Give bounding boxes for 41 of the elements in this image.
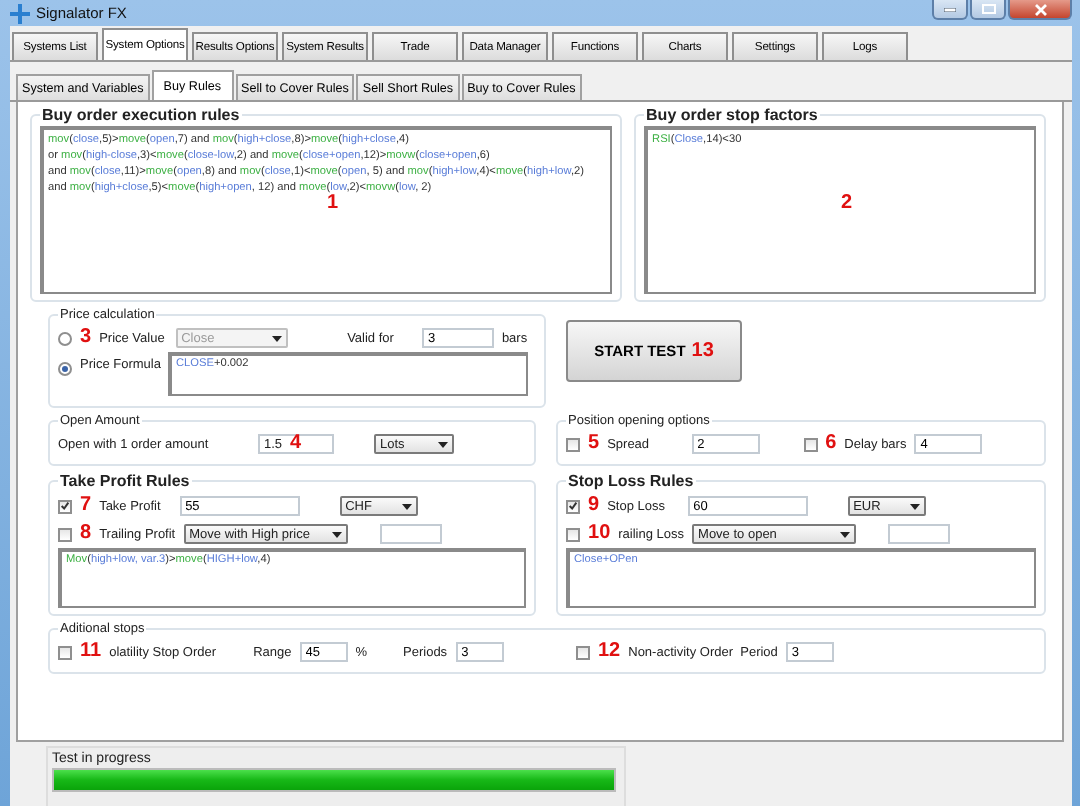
caret-icon — [840, 531, 851, 537]
input-field[interactable] — [888, 524, 951, 544]
annotation-number: 10 — [588, 524, 611, 544]
annotation-number: 6 — [825, 434, 837, 454]
caret-icon — [271, 335, 282, 341]
close-button[interactable] — [1008, 0, 1072, 20]
maximize-icon — [981, 4, 995, 14]
checkbox[interactable] — [58, 645, 72, 659]
section-title: Buy order stop factors — [644, 106, 820, 124]
minimize-icon — [944, 7, 956, 11]
annotation-number: 5 — [588, 434, 600, 454]
app-icon — [10, 3, 30, 23]
annotation-number: 7 — [80, 496, 92, 516]
minimize-button[interactable] — [932, 0, 968, 20]
checkbox[interactable] — [566, 437, 581, 451]
annotation-number: 11 — [80, 642, 102, 662]
checkbox[interactable] — [58, 527, 72, 541]
checkbox[interactable] — [58, 499, 72, 513]
caret-icon — [909, 503, 920, 509]
annotation-number: 2 — [841, 194, 853, 215]
annotation-number: 8 — [80, 524, 92, 544]
annotation-number: 3 — [80, 328, 92, 348]
input-field[interactable] — [379, 524, 442, 544]
checkbox[interactable] — [566, 499, 581, 513]
section-title: Stop Loss Rules — [566, 472, 696, 490]
caret-icon — [438, 441, 448, 447]
caret-icon — [331, 531, 342, 537]
close-icon — [1033, 3, 1047, 15]
checkbox[interactable] — [576, 645, 590, 659]
code-editor[interactable] — [40, 126, 613, 294]
maximize-button[interactable] — [970, 0, 1006, 20]
checkbox[interactable] — [803, 437, 818, 451]
caret-icon — [401, 503, 412, 509]
section-title: Take Profit Rules — [58, 472, 192, 490]
annotation-number: 9 — [588, 496, 600, 516]
checkbox[interactable] — [566, 527, 581, 541]
section-title: Buy order execution rules — [40, 106, 242, 124]
annotation-number: 12 — [598, 642, 621, 662]
annotation-number: 4 — [290, 434, 302, 454]
annotation-number: 1 — [327, 194, 339, 215]
radio-button[interactable] — [58, 362, 72, 376]
